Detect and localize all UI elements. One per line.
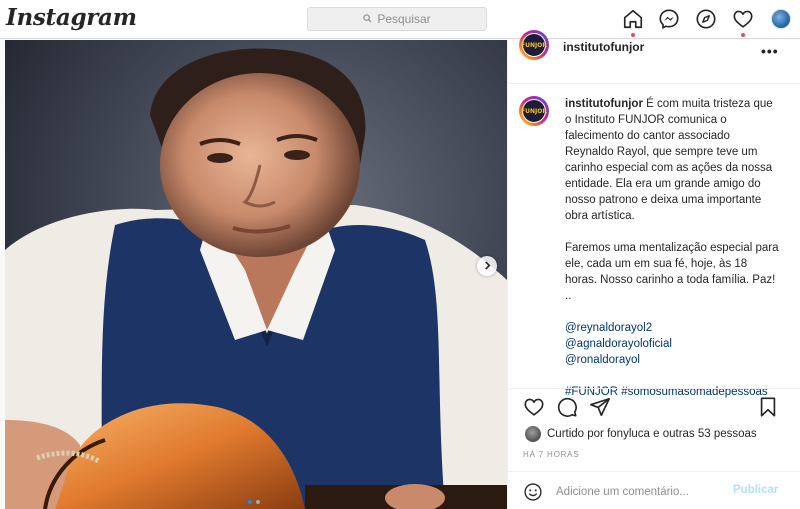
search-box[interactable]: Pesquisar — [307, 7, 487, 31]
search-placeholder: Pesquisar — [377, 12, 431, 26]
comment-input[interactable] — [554, 483, 728, 501]
search-icon — [363, 10, 372, 28]
chevron-right-icon — [483, 257, 492, 275]
bookmark-icon[interactable] — [757, 396, 779, 418]
caption-username[interactable]: institutofunjor — [565, 98, 643, 110]
comment-box: Publicar — [508, 471, 800, 509]
post-side-panel: FUNJOR institutofunjor ••• FUNJOR instit… — [507, 30, 800, 509]
emoji-icon[interactable] — [523, 482, 543, 502]
more-options-icon[interactable]: ••• — [761, 43, 779, 59]
mention-link[interactable]: @ronaldorayol — [565, 352, 780, 368]
likes-text: Curtido por fonyluca e outras 53 pessoas — [547, 428, 757, 440]
carousel-indicator — [248, 500, 260, 504]
liker-avatar — [525, 426, 541, 442]
explore-icon[interactable] — [695, 8, 717, 30]
avatar-logo-text: FUNJOR — [521, 41, 547, 49]
comment-icon[interactable] — [556, 396, 578, 418]
publish-button[interactable]: Publicar — [733, 484, 778, 496]
home-icon[interactable] — [622, 8, 644, 30]
profile-avatar[interactable] — [771, 9, 791, 29]
post-author-avatar[interactable]: FUNJOR — [519, 30, 549, 60]
avatar-logo-text: FUNJOR — [521, 107, 547, 115]
post-header: FUNJOR institutofunjor ••• — [508, 30, 800, 84]
instagram-logo[interactable]: Instagram — [6, 4, 137, 31]
share-icon[interactable] — [589, 396, 611, 418]
carousel-next-button[interactable] — [477, 256, 497, 276]
post-photo[interactable] — [5, 40, 507, 509]
messenger-icon[interactable] — [658, 8, 680, 30]
likes-summary[interactable]: Curtido por fonyluca e outras 53 pessoas — [525, 426, 757, 442]
caption-text: institutofunjor É com muita tristeza que… — [565, 96, 780, 400]
mention-link[interactable]: @reynaldorayol2 — [565, 320, 780, 336]
mention-link[interactable]: @agnaldorayoloficial — [565, 336, 780, 352]
heart-icon[interactable] — [732, 8, 754, 30]
post-actions-bar — [508, 388, 800, 420]
home-notification-dot — [631, 33, 635, 37]
post-caption: FUNJOR institutofunjor É com muita trist… — [519, 96, 794, 398]
like-heart-icon[interactable] — [523, 396, 545, 418]
activity-notification-dot — [741, 33, 745, 37]
caption-author-avatar[interactable]: FUNJOR — [519, 96, 549, 126]
caption-paragraph-2: Faremos uma mentalização especial para e… — [565, 242, 779, 302]
carousel-dot-active — [248, 500, 252, 504]
post-author-username[interactable]: institutofunjor — [563, 40, 644, 54]
top-navigation-bar: Instagram Pesquisar — [0, 0, 800, 39]
caption-intro: É com muita tristeza que o Instituto FUN… — [565, 98, 773, 222]
post-timestamp[interactable]: HÁ 7 HORAS — [523, 450, 579, 459]
carousel-dot — [256, 500, 260, 504]
